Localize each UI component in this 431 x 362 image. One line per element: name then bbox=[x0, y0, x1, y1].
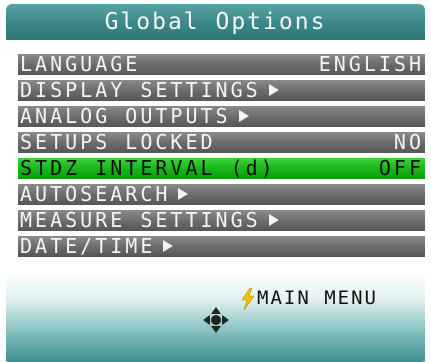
page-title: Global Options bbox=[6, 4, 425, 40]
main-menu-button[interactable]: MAIN MENU bbox=[241, 286, 378, 310]
submenu-arrow-icon bbox=[178, 188, 189, 200]
menu-item-value: OFF bbox=[378, 158, 424, 179]
menu-item-language[interactable]: LANGUAGE ENGLISH bbox=[18, 54, 425, 75]
menu-item-setups-locked[interactable]: SETUPS LOCKED NO bbox=[18, 132, 425, 153]
lightning-bolt-icon bbox=[241, 288, 255, 310]
menu-item-label: DISPLAY SETTINGS bbox=[20, 80, 261, 101]
menu-item-label: SETUPS LOCKED bbox=[20, 132, 216, 153]
menu-item-label: LANGUAGE bbox=[20, 54, 141, 75]
main-menu-label: MAIN MENU bbox=[257, 287, 378, 309]
menu-item-value: ENGLISH bbox=[318, 54, 424, 75]
menu-item-date-time[interactable]: DATE/TIME bbox=[18, 236, 425, 257]
four-way-arrow-icon[interactable] bbox=[201, 305, 231, 335]
menu-item-analog-outputs[interactable]: ANALOG OUTPUTS bbox=[18, 106, 425, 127]
menu-item-measure-settings[interactable]: MEASURE SETTINGS bbox=[18, 210, 425, 231]
options-menu: LANGUAGE ENGLISH DISPLAY SETTINGS ANALOG… bbox=[6, 40, 425, 272]
menu-item-autosearch[interactable]: AUTOSEARCH bbox=[18, 184, 425, 205]
menu-item-label: ANALOG OUTPUTS bbox=[20, 106, 231, 127]
menu-item-label: DATE/TIME bbox=[20, 236, 156, 257]
menu-item-label: MEASURE SETTINGS bbox=[20, 210, 261, 231]
menu-item-stdz-interval[interactable]: STDZ INTERVAL (d) OFF bbox=[18, 158, 425, 179]
submenu-arrow-icon bbox=[238, 110, 249, 122]
menu-item-value: NO bbox=[393, 132, 424, 153]
submenu-arrow-icon bbox=[163, 240, 174, 252]
menu-item-display-settings[interactable]: DISPLAY SETTINGS bbox=[18, 80, 425, 101]
menu-item-label: AUTOSEARCH bbox=[20, 184, 171, 205]
instrument-screen: Global Options LANGUAGE ENGLISH DISPLAY … bbox=[0, 0, 431, 362]
submenu-arrow-icon bbox=[268, 214, 279, 226]
submenu-arrow-icon bbox=[268, 84, 279, 96]
menu-item-label: STDZ INTERVAL (d) bbox=[20, 158, 276, 179]
